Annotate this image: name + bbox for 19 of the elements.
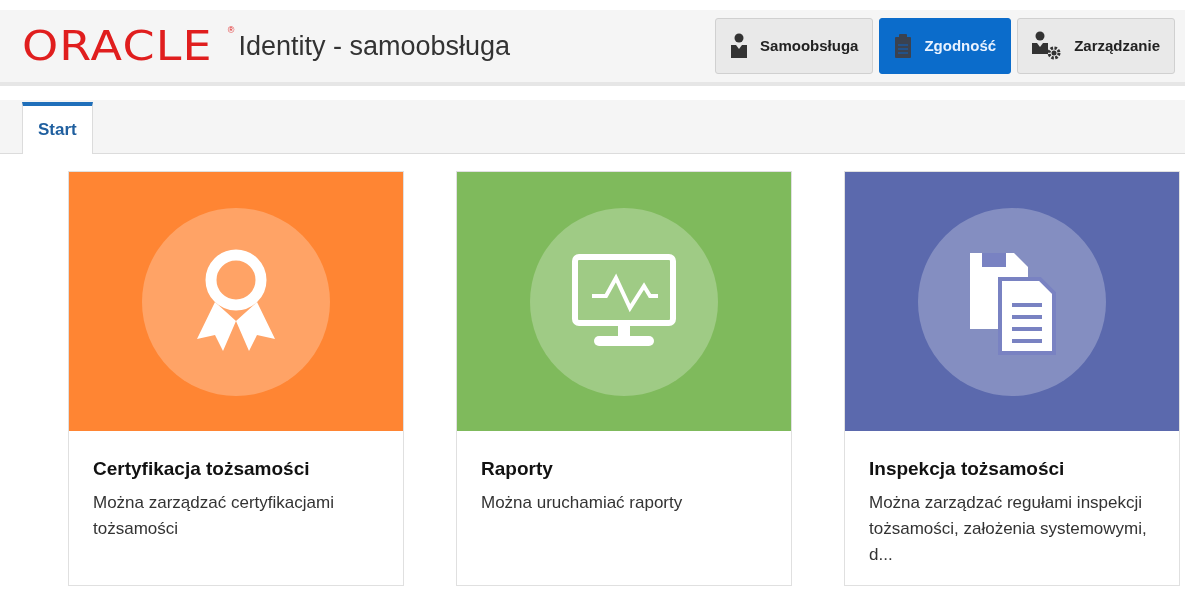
tile-title: Raporty [481,457,554,481]
logo: ORACLE [22,26,213,66]
tile-title: Inspekcja tożsamości [869,457,1066,481]
tile-card[interactable]: Inspekcja tożsamości Można zarządzać regułami inspekcji tożsamości, założenia systemowymi, d... [844,171,1180,586]
clipboard-icon [894,33,913,59]
app-title: Identity - samoobsługa [238,32,511,60]
person-icon [730,33,749,59]
nav-button[interactable]: Samoobsługa [715,18,874,74]
tile-description: Można zarządzać certyfikacjami tożsamości [93,491,335,540]
tile-card[interactable]: Raporty Można uruchamiać raporty [456,171,792,586]
person-gear-icon [1032,31,1063,61]
tile-description: Można uruchamiać raporty [481,491,684,514]
tab[interactable]: Start [22,102,93,154]
tile-description: Można zarządzać regułami inspekcji tożsamości, założenia systemowymi, d... [869,491,1148,566]
tile-title: Certyfikacja tożsamości [93,457,311,481]
tile-card[interactable]: Certyfikacja tożsamości Można zarządzać certyfikacjami tożsamości [68,171,404,586]
nav-button[interactable]: Zarządzanie [1017,18,1175,74]
nav-button[interactable]: Zgodność [879,18,1012,74]
registered-mark: ® [227,26,235,35]
